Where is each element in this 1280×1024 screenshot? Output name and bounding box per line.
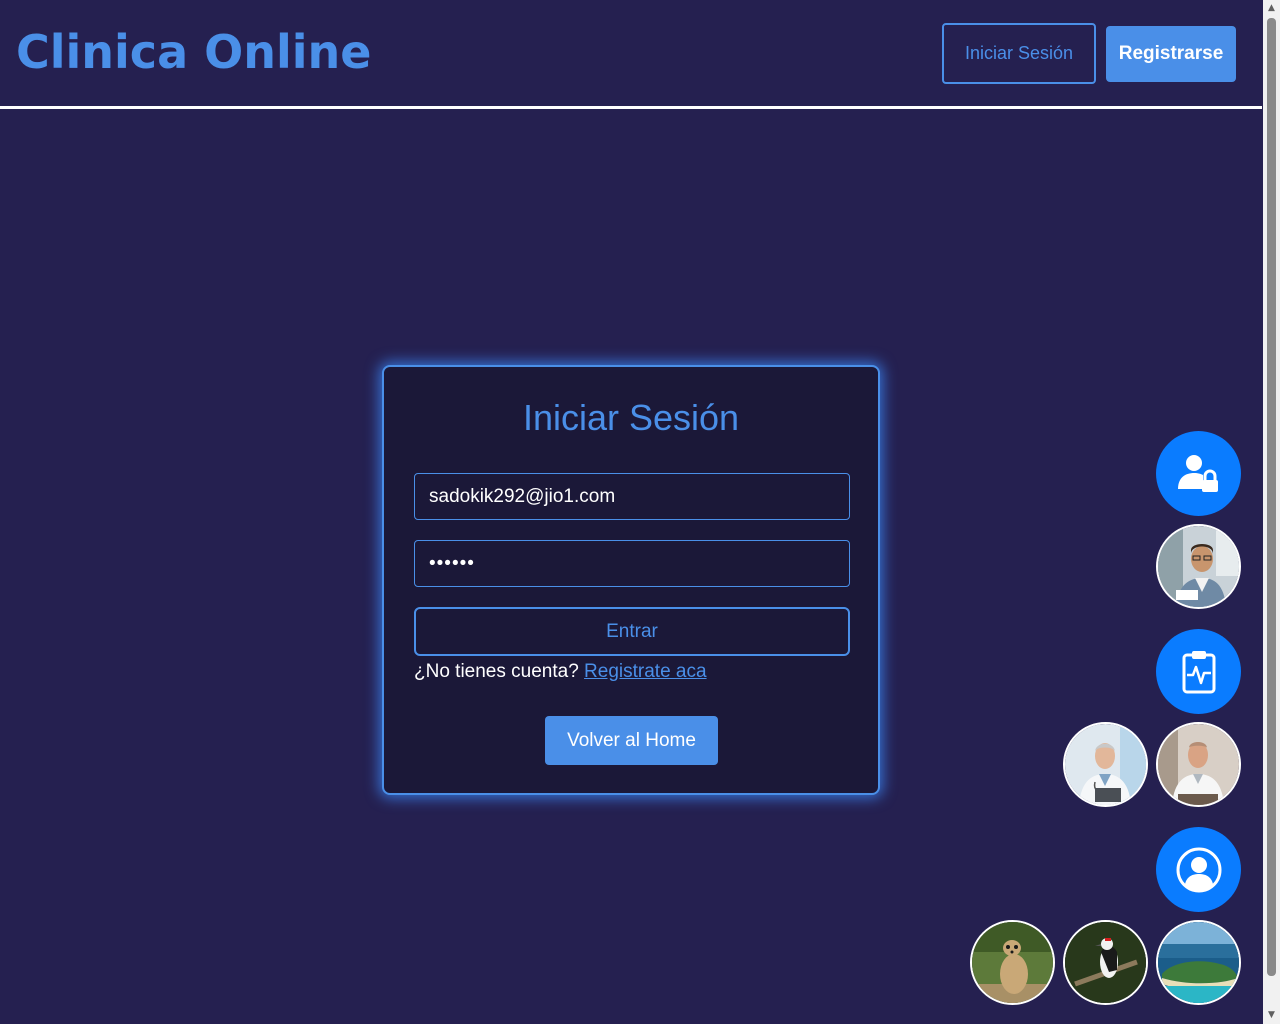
top-navbar: Clinica Online Iniciar Sesión Registrars… — [0, 0, 1262, 109]
login-submit-button[interactable]: Entrar — [414, 607, 850, 656]
password-field[interactable] — [414, 540, 850, 587]
scroll-down-arrow-icon[interactable]: ▼ — [1263, 1007, 1280, 1024]
register-nav-button[interactable]: Registrarse — [1106, 26, 1236, 82]
back-home-button[interactable]: Volver al Home — [545, 716, 718, 765]
no-account-text: ¿No tienes cuenta? — [414, 661, 579, 682]
doctor-photo-3 — [1158, 724, 1239, 805]
doctor-photo-2 — [1065, 724, 1146, 805]
user-circle-icon — [1176, 847, 1221, 892]
brand-title[interactable]: Clinica Online — [16, 24, 371, 80]
email-field[interactable] — [414, 473, 850, 520]
quick-access-patient-avatar-2[interactable] — [1063, 920, 1148, 1005]
page-scrollbar[interactable]: ▲ ▼ — [1263, 0, 1280, 1024]
login-card: Iniciar Sesión Entrar ¿No tienes cuenta?… — [382, 365, 880, 795]
woodpecker-photo — [1065, 922, 1146, 1003]
meerkat-photo — [972, 922, 1053, 1003]
quick-access-specialist-avatar-1[interactable] — [1063, 722, 1148, 807]
scrollbar-thumb[interactable] — [1267, 18, 1276, 976]
clipboard-pulse-icon — [1182, 650, 1215, 693]
quick-access-admin-button[interactable] — [1156, 431, 1241, 516]
user-lock-icon — [1177, 454, 1218, 492]
login-title: Iniciar Sesión — [522, 397, 740, 438]
scroll-up-arrow-icon[interactable]: ▲ — [1263, 0, 1280, 17]
quick-access-patient-avatar-3[interactable] — [1156, 920, 1241, 1005]
no-account-prompt: ¿No tienes cuenta? Registrate aca — [414, 661, 707, 683]
island-photo — [1158, 922, 1239, 1003]
login-nav-button[interactable]: Iniciar Sesión — [942, 23, 1096, 84]
quick-access-patient-button[interactable] — [1156, 827, 1241, 912]
register-link[interactable]: Registrate aca — [584, 661, 707, 682]
quick-access-specialist-button[interactable] — [1156, 629, 1241, 714]
quick-access-patient-avatar-1[interactable] — [970, 920, 1055, 1005]
quick-access-user-avatar[interactable] — [1156, 524, 1241, 609]
quick-access-specialist-avatar-2[interactable] — [1156, 722, 1241, 807]
doctor-photo-1 — [1158, 526, 1239, 607]
